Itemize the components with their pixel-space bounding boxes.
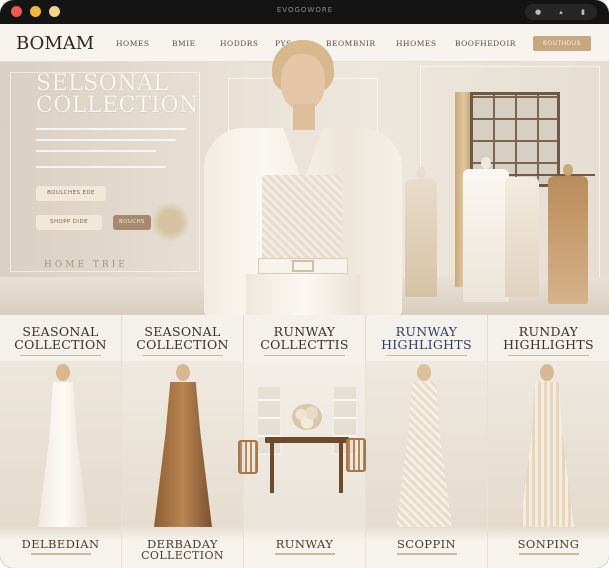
browser-window: EVOGOWORE ● ▴ ▮ BOMAM HOMES BMIE HODDRS … [0, 0, 609, 568]
mannequin [405, 167, 437, 297]
close-window-button[interactable] [11, 6, 22, 17]
lace-gown-figure [396, 364, 452, 529]
nav-link-bmie[interactable]: BMIE [172, 39, 196, 48]
lock-icon[interactable]: ● [533, 7, 543, 17]
category-underline [264, 355, 345, 356]
mannequin [548, 164, 588, 304]
category-underline [142, 355, 223, 356]
hero-text-line [36, 128, 186, 130]
nav-link-homes[interactable]: HOMES [116, 39, 149, 48]
product-card[interactable]: SONPING [488, 361, 609, 568]
model-lace-top [262, 175, 342, 265]
bronze-gown-figure [154, 364, 212, 529]
nav-link-hoddrs[interactable]: HODDRS [220, 39, 259, 48]
card-title-line2: COLLECTION [141, 549, 224, 562]
maximize-window-button[interactable] [49, 6, 60, 17]
minimize-window-button[interactable] [30, 6, 41, 17]
card-subtitle-line [396, 553, 457, 555]
category-underline [20, 355, 101, 356]
hero-primary-button[interactable]: BOULCHES EDE [36, 186, 106, 201]
title-bar: EVOGOWORE ● ▴ ▮ [0, 0, 609, 24]
white-gown-figure [38, 364, 88, 529]
chair [238, 440, 258, 474]
category-underline [508, 355, 589, 356]
category-line2: COLLECTION [14, 337, 107, 352]
dining-table [265, 437, 349, 443]
pleated-gown-figure [520, 364, 574, 529]
nav-link-hhomes[interactable]: HHOMES [396, 39, 437, 48]
table-leg [339, 443, 343, 493]
site-logo[interactable]: BOMAM [16, 33, 94, 54]
card-caption: SCOPPIN [366, 526, 487, 568]
card-subtitle-line [274, 553, 335, 555]
hero-watermark: HOME TRIE [44, 260, 128, 270]
menu-icon[interactable]: ▮ [578, 7, 588, 17]
model-face [281, 54, 325, 110]
mannequin [463, 157, 509, 302]
card-subtitle-line [518, 553, 579, 555]
shelf-decor [256, 385, 282, 455]
card-caption: DELBEDIAN [0, 526, 121, 568]
belt-buckle [292, 260, 314, 272]
nav-link-beombnir[interactable]: BEOMBNIR [326, 39, 376, 48]
card-title: DELBEDIAN [21, 537, 100, 551]
card-title: SONPING [517, 537, 580, 551]
category-underline [386, 355, 467, 356]
hero-tertiary-button[interactable]: BOUCHS [113, 215, 151, 230]
model-neck [293, 104, 315, 130]
hanging-garment [505, 177, 539, 297]
category-line2: COLLECTTIS [260, 337, 349, 352]
share-icon[interactable]: ▴ [556, 7, 566, 17]
card-title: RUNWAY [275, 537, 334, 551]
card-title: SCOPPIN [397, 537, 456, 551]
category-tab-runday-highlights[interactable]: RUNDAY HIGHLIGHTS [488, 315, 609, 361]
card-caption: RUNWAY [244, 526, 365, 568]
hero-text-line [36, 139, 176, 141]
hero-secondary-button[interactable]: SHOPP DIDE [36, 215, 102, 230]
category-tab-runway-collections[interactable]: RUNWAY COLLECTTIS [244, 315, 366, 361]
product-card[interactable]: SCOPPIN [366, 361, 488, 568]
hero-title-line2: COLLECTION [36, 93, 199, 118]
window-controls: ● ▴ ▮ [525, 4, 597, 20]
card-subtitle-line [30, 553, 91, 555]
card-caption: SONPING [488, 526, 609, 568]
category-line2: COLLECTION [136, 337, 229, 352]
flower-vase-decor [150, 202, 190, 242]
category-tab-seasonal-collection-2[interactable]: SEASONAL COLLECTION [122, 315, 244, 361]
product-card[interactable]: DERBADAY COLLECTION [122, 361, 244, 568]
chair [346, 438, 366, 472]
hero-text-line [36, 166, 166, 168]
category-line2: HIGHLIGHTS [503, 337, 594, 352]
category-tab-runway-highlights[interactable]: RUNWAY HIGHLIGHTS [366, 315, 488, 361]
table-leg [270, 443, 274, 493]
window-title: EVOGOWORE [276, 6, 334, 14]
hero-text-line [36, 150, 156, 152]
product-card[interactable]: DELBEDIAN [0, 361, 122, 568]
category-line2: HIGHLIGHTS [381, 337, 472, 352]
model-skirt [246, 274, 360, 315]
nav-link-boofhedoir[interactable]: BOOFHEDOIR [455, 39, 516, 48]
nav-cta-button[interactable]: BOUTHDUS [533, 36, 591, 51]
category-tab-seasonal-collection[interactable]: SEASONAL COLLECTION [0, 315, 122, 361]
card-caption: DERBADAY COLLECTION [122, 526, 243, 568]
flower-arrangement [292, 404, 322, 430]
